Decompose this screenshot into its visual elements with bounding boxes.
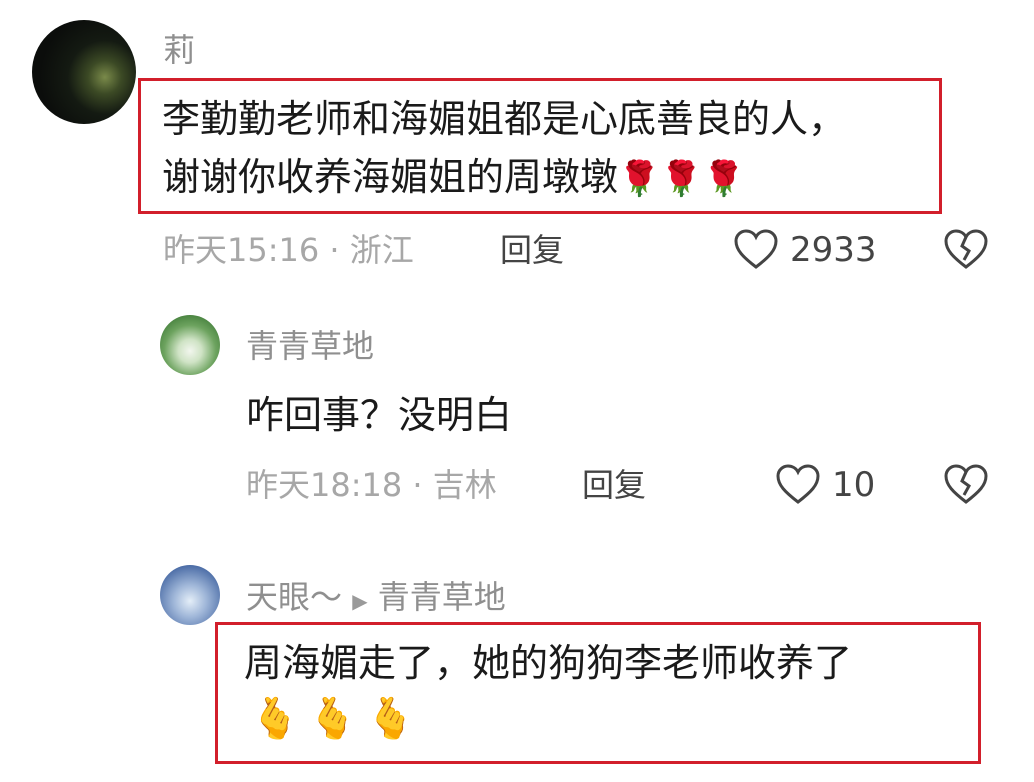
reply-header: 天眼～ ▶ 青青草地 xyxy=(246,577,506,621)
avatar[interactable] xyxy=(32,20,136,124)
comment-text-line2: 谢谢你收养海媚姐的周墩墩🌹🌹🌹 xyxy=(162,155,746,199)
avatar[interactable] xyxy=(160,565,220,625)
reply-button[interactable]: 回复 xyxy=(500,230,564,270)
finger-heart-emoji: 🫰🫰🫰 xyxy=(250,696,424,742)
play-triangle-icon: ▶ xyxy=(352,589,368,613)
comment-text: 咋回事？没明白 xyxy=(246,393,513,437)
reply-button[interactable]: 回复 xyxy=(582,465,646,505)
comment-meta: 昨天15:16 · 浙江 xyxy=(163,231,414,269)
rose-emoji: 🌹🌹🌹 xyxy=(618,159,746,199)
comment-author[interactable]: 莉 xyxy=(163,30,195,70)
comment-author[interactable]: 天眼～ xyxy=(246,578,342,616)
avatar[interactable] xyxy=(160,315,220,375)
broken-heart-icon[interactable] xyxy=(943,228,989,270)
broken-heart-icon[interactable] xyxy=(943,463,989,505)
like-count: 2933 xyxy=(790,230,877,270)
comment-meta: 昨天18:18 · 吉林 xyxy=(246,466,497,504)
like-count: 10 xyxy=(832,465,876,505)
comment-author[interactable]: 青青草地 xyxy=(246,326,374,366)
heart-icon[interactable] xyxy=(775,463,821,505)
comment-text-line1: 李勤勤老师和海媚姐都是心底善良的人， xyxy=(162,97,847,141)
reply-to-author[interactable]: 青青草地 xyxy=(378,578,506,616)
comment-text: 周海媚走了，她的狗狗李老师收养了 xyxy=(244,641,853,685)
heart-icon[interactable] xyxy=(733,228,779,270)
